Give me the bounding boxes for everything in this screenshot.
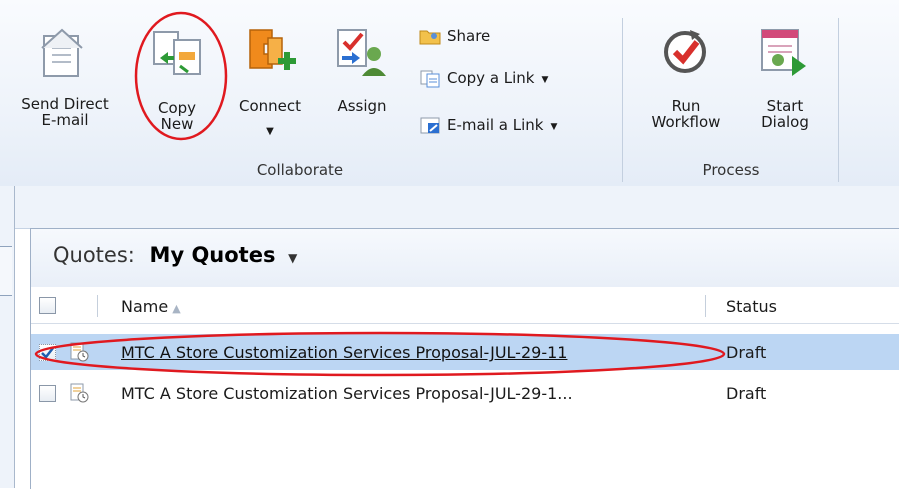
share-button[interactable]: Share xyxy=(419,24,490,48)
quote-name-link[interactable]: MTC A Store Customization Services Propo… xyxy=(121,343,567,362)
column-separator xyxy=(97,295,98,317)
group-separator xyxy=(622,18,623,182)
copy-link-label: Copy a Link xyxy=(447,69,535,87)
assign-checklist-person-icon xyxy=(337,29,386,76)
connect-puzzle-plus-icon xyxy=(249,29,296,70)
send-direct-email-line1: Send Direct xyxy=(21,95,109,113)
quote-document-clock-icon xyxy=(70,342,89,362)
grid-header: Name ▲ Status xyxy=(31,287,899,324)
email-link-label: E-mail a Link xyxy=(447,116,544,134)
view-name: My Quotes xyxy=(149,243,276,267)
collaborate-group-label: Collaborate xyxy=(256,161,344,179)
start-dialog-line1: Start xyxy=(766,97,804,115)
entity-label: Quotes: xyxy=(53,243,135,267)
start-dialog-play-icon xyxy=(761,29,806,76)
process-group-label: Process xyxy=(702,161,760,179)
row-checkbox[interactable] xyxy=(39,385,56,402)
view-selector[interactable]: Quotes: My Quotes ▼ xyxy=(53,243,297,267)
connect-button[interactable]: Connect ▼ xyxy=(224,20,316,140)
copy-new-line1: Copy xyxy=(157,99,197,117)
select-all-checkbox[interactable] xyxy=(39,297,56,314)
chevron-down-icon: ▼ xyxy=(550,121,558,132)
assign-button[interactable]: Assign xyxy=(322,20,402,140)
run-workflow-line2: Workflow xyxy=(651,113,721,131)
collapse-nav-handle[interactable] xyxy=(0,246,12,296)
table-row[interactable]: MTC A Store Customization Services Propo… xyxy=(31,375,899,411)
run-workflow-line1: Run xyxy=(671,97,701,115)
assign-label: Assign xyxy=(337,97,387,115)
run-workflow-check-icon xyxy=(664,30,706,73)
ribbon: Send Direct E-mail Copy New Connect ▼ As… xyxy=(0,0,899,187)
copy-documents-arrows-icon xyxy=(153,31,201,75)
start-dialog-line2: Dialog xyxy=(761,113,809,131)
connect-label: Connect xyxy=(238,97,302,115)
sort-ascending-icon: ▲ xyxy=(172,302,181,315)
column-separator[interactable] xyxy=(705,295,706,317)
checkmark-icon xyxy=(41,347,54,359)
name-column-label: Name xyxy=(121,297,169,316)
quote-status: Draft xyxy=(726,384,767,403)
row-checkbox[interactable] xyxy=(39,344,56,361)
copy-new-line2: New xyxy=(160,115,194,133)
chevron-down-icon: ▼ xyxy=(541,74,549,85)
status-column-header[interactable]: Status xyxy=(726,297,777,316)
copy-link-icon xyxy=(420,70,440,88)
quote-document-clock-icon xyxy=(70,383,89,403)
share-folder-icon xyxy=(419,30,441,45)
group-separator xyxy=(838,18,839,182)
quote-status: Draft xyxy=(726,343,767,362)
chevron-down-icon: ▼ xyxy=(266,126,274,137)
run-workflow-button[interactable]: Run Workflow xyxy=(632,20,740,140)
name-column-header[interactable]: Name ▲ xyxy=(121,297,181,316)
email-link-icon xyxy=(420,117,440,134)
form-toolbar-strip xyxy=(15,186,899,229)
quotes-view-panel: Quotes: My Quotes ▼ Name ▲ Status MTC A S… xyxy=(30,228,899,489)
send-direct-email-button[interactable]: Send Direct E-mail xyxy=(2,20,128,140)
copy-link-button[interactable]: Copy a Link ▼ xyxy=(419,66,548,90)
share-label: Share xyxy=(447,27,491,45)
copy-new-button[interactable]: Copy New xyxy=(134,20,220,140)
navigation-rail xyxy=(0,186,15,488)
chevron-down-icon: ▼ xyxy=(288,251,298,265)
quote-name[interactable]: MTC A Store Customization Services Propo… xyxy=(121,384,573,403)
view-header: Quotes: My Quotes ▼ xyxy=(31,229,899,288)
envelope-document-icon xyxy=(41,28,83,77)
table-row[interactable]: MTC A Store Customization Services Propo… xyxy=(31,334,899,370)
email-link-button[interactable]: E-mail a Link ▼ xyxy=(419,113,557,137)
start-dialog-button[interactable]: Start Dialog xyxy=(742,20,828,140)
send-direct-email-line2: E-mail xyxy=(41,111,89,129)
